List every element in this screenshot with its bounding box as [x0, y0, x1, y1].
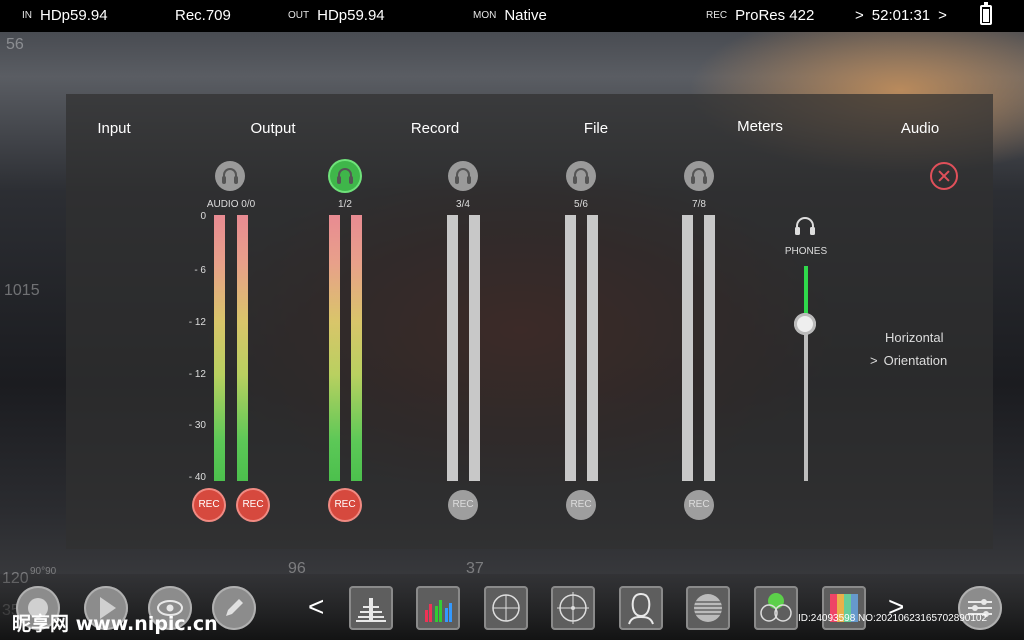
phones-volume-handle[interactable]	[794, 313, 816, 335]
scale-label: - 12	[188, 317, 206, 328]
timecode-suffix: >	[938, 7, 947, 24]
level-meter	[447, 215, 458, 481]
rec-button[interactable]: REC	[330, 490, 360, 520]
record-label: REC	[706, 10, 728, 21]
audio-panel: Input Output Record File Meters Audio AU…	[66, 94, 993, 549]
record-codec[interactable]: REC ProRes 422	[706, 0, 814, 32]
output-label: OUT	[288, 10, 310, 21]
watermark-brand: 昵享网 www.nipic.cn	[12, 613, 218, 635]
rec-button[interactable]: REC	[448, 490, 478, 520]
tab-input[interactable]: Input	[97, 120, 130, 137]
scale-label: - 40	[188, 472, 206, 483]
channel-label: 5/6	[574, 199, 588, 210]
hud-number-1015: 1015	[4, 282, 40, 299]
headphone-icon[interactable]	[684, 161, 714, 191]
rec-button[interactable]: REC	[194, 490, 224, 520]
orientation-title: Horizontal	[885, 330, 944, 345]
tab-output[interactable]: Output	[250, 120, 295, 137]
color-space-value: Rec.709	[175, 7, 231, 24]
channel-label: 1/2	[338, 199, 352, 210]
output-value: HDp59.94	[317, 7, 385, 24]
previous-arrow-icon[interactable]: <	[308, 592, 324, 622]
close-icon[interactable]	[930, 162, 958, 190]
tab-file[interactable]: File	[584, 120, 608, 137]
channel-label: 3/4	[456, 199, 470, 210]
level-meter	[704, 215, 715, 481]
level-meter	[682, 215, 693, 481]
monitor-mode[interactable]: MON Native	[473, 0, 547, 32]
waveform-crosshair-icon[interactable]	[484, 586, 528, 630]
input-value: HDp59.94	[40, 7, 108, 24]
level-meter	[237, 215, 248, 481]
scale-label: - 12	[188, 369, 206, 380]
headphone-icon[interactable]	[448, 161, 478, 191]
status-bar: IN HDp59.94 Rec.709 OUT HDp59.94 MON Native…	[0, 0, 1024, 32]
headphone-icon[interactable]	[330, 161, 360, 191]
timecode[interactable]: >52:01:31 >	[855, 0, 947, 32]
headphone-icon[interactable]	[215, 161, 245, 191]
input-label: IN	[22, 10, 32, 21]
level-meter	[329, 215, 340, 481]
scale-label: - 30	[188, 420, 206, 431]
face-outline-icon[interactable]	[619, 586, 663, 630]
color-circles-icon[interactable]	[754, 586, 798, 630]
output-format[interactable]: OUT HDp59.94	[288, 0, 385, 32]
rec-button[interactable]: REC	[566, 490, 596, 520]
histogram-icon[interactable]	[349, 586, 393, 630]
color-space[interactable]: Rec.709	[175, 0, 231, 32]
watermark-id: ID:24093598 NO:20210623165702890102	[798, 613, 988, 624]
hud-number-56: 56	[6, 36, 24, 53]
tab-record[interactable]: Record	[411, 120, 459, 137]
monitor-label: MON	[473, 10, 497, 21]
tab-audio[interactable]: Audio	[901, 120, 939, 137]
record-codec-value: ProRes 422	[735, 7, 815, 24]
tab-meters[interactable]: Meters	[737, 118, 783, 135]
channel-label: AUDIO 0/0	[206, 199, 256, 210]
channel-label: 7/8	[692, 199, 706, 210]
orientation-label: Orientation	[883, 353, 948, 368]
level-meter	[351, 215, 362, 481]
headphones-icon	[795, 217, 815, 235]
orientation-arrow: >	[870, 353, 878, 368]
monitor-value: Native	[504, 7, 547, 24]
zebra-icon[interactable]	[686, 586, 730, 630]
battery-icon	[980, 2, 992, 25]
level-meter	[214, 215, 225, 481]
rec-button[interactable]: REC	[238, 490, 268, 520]
phones-label: PHONES	[784, 246, 828, 257]
scale-label: 0	[200, 211, 206, 222]
timecode-prefix: >	[855, 7, 864, 24]
scale-label: - 6	[194, 265, 206, 276]
level-meter	[469, 215, 480, 481]
input-format[interactable]: IN HDp59.94	[22, 0, 108, 32]
level-meter	[565, 215, 576, 481]
headphone-icon[interactable]	[566, 161, 596, 191]
vectorscope-icon[interactable]	[551, 586, 595, 630]
timecode-value: 52:01:31	[871, 7, 931, 24]
orientation-button[interactable]: > Orientation	[870, 353, 947, 368]
level-meter	[587, 215, 598, 481]
pen-icon[interactable]	[212, 586, 256, 630]
rgb-parade-icon[interactable]	[416, 586, 460, 630]
rec-button[interactable]: REC	[684, 490, 714, 520]
